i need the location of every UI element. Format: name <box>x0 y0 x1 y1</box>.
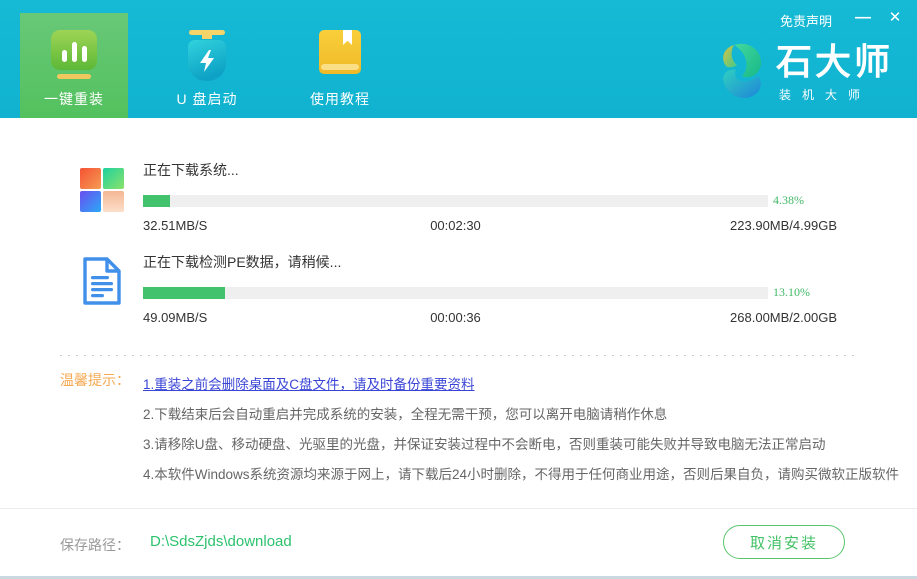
lightning-icon <box>199 50 215 72</box>
reinstall-chart-icon <box>51 30 97 82</box>
disclaimer-link[interactable]: 免责声明 <box>780 11 832 30</box>
usb-notch <box>202 35 212 39</box>
progress-fill <box>143 195 170 207</box>
brand-logo: 石大师 装机大师 <box>716 42 893 103</box>
progress-percent: 4.38% <box>773 193 804 208</box>
shield-icon <box>188 40 226 81</box>
tab-tutorial[interactable]: 使用教程 <box>286 0 394 118</box>
tip-line-4: 4.本软件Windows系统资源均来源于网上，请下载后24小时删除，不得用于任何… <box>143 460 873 490</box>
time-remaining: 00:02:30 <box>143 218 768 233</box>
tab-one-click-reinstall[interactable]: 一键重装 <box>20 13 128 118</box>
nav-tabs: 一键重装 U 盘启动 <box>20 0 419 118</box>
tab-usb-boot[interactable]: U 盘启动 <box>153 0 261 118</box>
bookmark-ribbon <box>343 30 352 45</box>
brand-text: 石大师 装机大师 <box>776 42 893 103</box>
book-spine <box>321 64 359 70</box>
tab-label-reinstall: 一键重装 <box>44 89 104 109</box>
download-title: 正在下载检测PE数据，请稍候... <box>143 252 837 272</box>
dashed-divider <box>60 355 857 356</box>
windows-logo-icon <box>80 168 124 212</box>
bar-chart-icon <box>51 30 97 70</box>
cancel-install-button[interactable]: 取消安装 <box>723 525 845 559</box>
close-button[interactable]: ✕ <box>883 6 907 30</box>
tutorial-book-icon <box>319 30 361 82</box>
tips-label: 温馨提示： <box>60 370 130 390</box>
brand-name: 石大师 <box>776 42 893 82</box>
footer-divider <box>0 508 917 509</box>
tip-line-3: 3.请移除U盘、移动硬盘、光驱里的光盘，并保证安装过程中不会断电，否则重装可能失… <box>143 430 873 460</box>
brand-mark-icon <box>716 42 768 100</box>
progress-bar <box>143 195 768 207</box>
time-remaining: 00:00:36 <box>143 310 768 325</box>
minimize-button[interactable]: — <box>851 6 875 30</box>
save-path-label: 保存路径： <box>60 535 130 555</box>
header: 一键重装 U 盘启动 <box>0 0 917 118</box>
download-size: 223.90MB/4.99GB <box>730 218 837 233</box>
progress-percent: 13.10% <box>773 285 810 300</box>
tip-line-2: 2.下载结束后会自动重启并完成系统的安装，全程无需干预，您可以离开电脑请稍作休息 <box>143 400 873 430</box>
save-path-value[interactable]: D:\SdsZjds\download <box>150 533 292 550</box>
download-title: 正在下载系统... <box>143 160 837 180</box>
progress-fill <box>143 287 225 299</box>
tip-line-1: 1.重装之前会删除桌面及C盘文件，请及时备份重要资料 <box>143 370 873 400</box>
progress-bar <box>143 287 768 299</box>
tab-label-tutorial: 使用教程 <box>310 89 370 109</box>
yellow-underline <box>57 74 91 79</box>
app-window: 一键重装 U 盘启动 <box>0 0 917 579</box>
document-icon <box>80 256 124 311</box>
tab-label-usb: U 盘启动 <box>177 89 238 109</box>
usb-shield-icon <box>188 30 226 82</box>
book-icon <box>319 30 361 74</box>
brand-subtitle: 装机大师 <box>776 86 893 103</box>
download-size: 268.00MB/2.00GB <box>730 310 837 325</box>
